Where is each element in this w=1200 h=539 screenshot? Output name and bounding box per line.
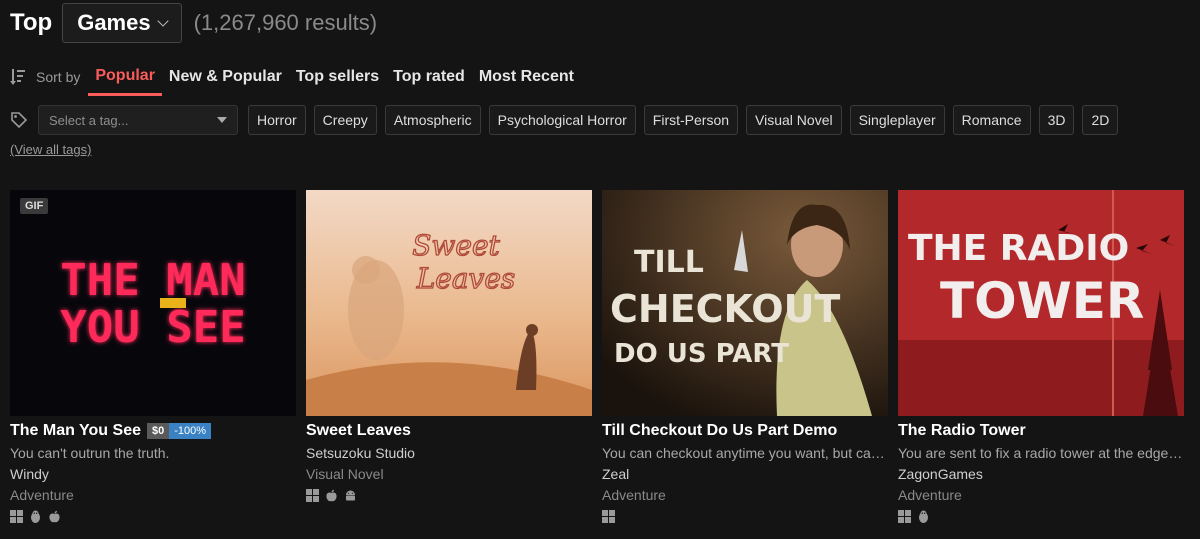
tag-icon [11,112,28,129]
cover-art-title-line-2: YOU SEE [60,302,245,353]
game-title[interactable]: The Radio Tower [898,422,1026,440]
cover-art-title-line-1: THE MAN [60,255,245,306]
chevron-down-icon [156,14,169,27]
game-cover-art: THE RADIO TOWER [898,190,1184,416]
game-author[interactable]: ZagonGames [898,466,1184,482]
tag-chip-atmospheric[interactable]: Atmospheric [384,105,481,135]
game-title[interactable]: Sweet Leaves [306,422,411,440]
game-card: THE MAN YOU SEE GIF The Man You See $0 -… [10,190,296,523]
linux-icon [31,510,40,523]
game-description: You can't outrun the truth. [10,445,170,461]
tab-most-recent[interactable]: Most Recent [472,58,581,96]
cover-art-title-line-1: Sweet [412,229,500,262]
game-card: Sweet Leaves Sweet Leaves Setsuzoku Stud… [306,190,592,523]
game-author[interactable]: Windy [10,466,296,482]
game-cover-art: TILL CHECKOUT DO US PART [602,190,888,416]
game-author[interactable]: Zeal [602,466,888,482]
sort-by-label: Sort by [36,69,81,85]
windows-icon [306,488,319,502]
platform-list [898,509,1184,523]
game-thumbnail[interactable]: Sweet Leaves [306,190,592,416]
game-grid: THE MAN YOU SEE GIF The Man You See $0 -… [10,190,1194,523]
tag-chip-2d[interactable]: 2D [1082,105,1119,135]
price-badge: $0 [147,423,170,439]
page-title: Top [10,9,53,36]
game-thumbnail[interactable]: THE MAN YOU SEE GIF [10,190,296,416]
game-title[interactable]: The Man You See [10,422,141,440]
platform-list [602,509,888,523]
apple-icon [326,489,337,501]
gif-badge: GIF [20,198,49,214]
game-thumbnail[interactable]: TILL CHECKOUT DO US PART [602,190,888,416]
game-genre: Adventure [898,487,962,503]
tab-top-sellers[interactable]: Top sellers [289,58,386,96]
tag-chip-3d[interactable]: 3D [1038,105,1075,135]
game-cover-art: Sweet Leaves [306,190,592,416]
discount-badge: -100% [169,423,212,439]
tag-chip-first-person[interactable]: First-Person [643,105,739,135]
platform-list [306,488,592,502]
linux-icon [919,510,928,523]
tag-chip-creepy[interactable]: Creepy [313,105,377,135]
cover-art-title-line-1: TILL [634,245,704,280]
tag-chip-visual-novel[interactable]: Visual Novel [746,105,842,135]
tag-chip-horror[interactable]: Horror [248,105,306,135]
tab-popular[interactable]: Popular [88,58,162,96]
game-title[interactable]: Till Checkout Do Us Part Demo [602,422,837,440]
tag-filter-bar: Select a tag... Horror Creepy Atmospheri… [10,105,1126,135]
tag-select[interactable]: Select a tag... [38,105,238,135]
cover-art-title-line-2: CHECKOUT [610,287,840,331]
tag-chip-psychological-horror[interactable]: Psychological Horror [488,105,636,135]
apple-icon [49,510,60,522]
game-genre: Adventure [602,487,666,503]
view-all-tags-link[interactable]: (View all tags) [10,142,91,157]
cover-art-title-line-2: TOWER [940,272,1144,330]
android-icon [346,490,355,500]
tag-chip-romance[interactable]: Romance [952,105,1031,135]
game-cover-art: THE MAN YOU SEE [10,190,296,416]
dropdown-arrow-icon [217,117,227,123]
platform-list [10,509,296,523]
game-card: THE RADIO TOWER The Radio Tower You are … [898,190,1184,523]
game-genre: Adventure [10,487,74,503]
sort-icon [10,69,25,85]
page-header: Top Games (1,267,960 results) [10,3,377,43]
game-description: You are sent to fix a radio tower at the… [898,445,1184,461]
windows-icon [10,509,23,523]
tag-select-placeholder: Select a tag... [49,112,129,128]
game-author[interactable]: Setsuzoku Studio [306,445,592,461]
tab-top-rated[interactable]: Top rated [386,58,472,96]
game-card: TILL CHECKOUT DO US PART Till Checkout D… [602,190,888,523]
sort-bar: Sort by Popular New & Popular Top seller… [10,58,581,96]
tab-new-popular[interactable]: New & Popular [162,58,289,96]
cover-art-title-line-2: Leaves [416,262,516,295]
game-genre: Visual Novel [306,466,384,482]
windows-icon [602,509,615,523]
cover-art-title-line-3: DO US PART [614,339,789,369]
game-description: You can checkout anytime you want, but c… [602,445,888,461]
result-count: (1,267,960 results) [193,10,378,35]
category-select[interactable]: Games [62,3,182,43]
windows-icon [898,509,911,523]
cover-art-title-line-1: THE RADIO [908,228,1129,269]
tag-chip-singleplayer[interactable]: Singleplayer [849,105,945,135]
game-thumbnail[interactable]: THE RADIO TOWER [898,190,1184,416]
category-label: Games [77,10,151,35]
